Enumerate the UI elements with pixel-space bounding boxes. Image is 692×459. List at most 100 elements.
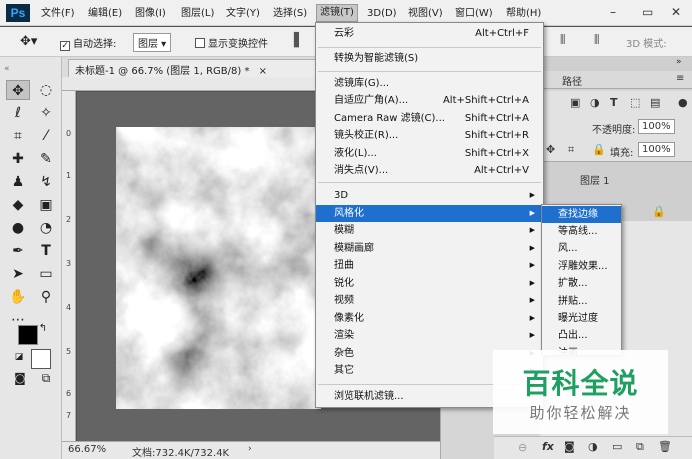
gradient-tool-icon[interactable]: ▣ — [34, 195, 58, 215]
history-brush-tool-icon[interactable]: ↯ — [34, 172, 58, 192]
filter-shape-icon[interactable]: ⬚ — [630, 96, 640, 109]
menu-select[interactable]: 选择(S) — [273, 6, 307, 22]
menu-edit[interactable]: 编辑(E) — [88, 6, 122, 22]
move-tool-icon[interactable]: ✥▾ — [20, 34, 37, 49]
toolbox-collapse-icon[interactable]: « — [4, 59, 58, 79]
new-layer-icon[interactable]: ⧉ — [636, 440, 644, 454]
filter-menu-item[interactable]: 镜头校正(R)... Shift+Ctrl+R — [316, 127, 543, 144]
move-tool-icon[interactable]: ✥ — [6, 80, 30, 100]
filter-menu-item[interactable]: 云彩 Alt+Ctrl+F — [316, 25, 543, 42]
delete-layer-icon[interactable]: 🗑 — [658, 440, 672, 453]
filter-menu-item[interactable]: Camera Raw 滤镜(C)... Shift+Ctrl+A — [316, 110, 543, 127]
close-tab-icon[interactable]: × — [259, 66, 267, 77]
foreground-color-swatch[interactable] — [18, 325, 38, 345]
lock-artboard-icon[interactable]: ⌗ — [568, 143, 574, 157]
hand-tool-icon[interactable]: ✋ — [6, 287, 30, 307]
quick-mask-icon[interactable]: ◙ — [8, 368, 32, 388]
background-color-swatch[interactable] — [31, 349, 51, 369]
swap-colors-icon[interactable]: ↰ — [36, 319, 50, 339]
zoom-tool-icon[interactable]: ⚲ — [34, 287, 58, 307]
menu-file[interactable]: 文件(F) — [41, 6, 75, 22]
filter-toggle-icon[interactable]: ● — [678, 96, 688, 109]
filter-menu-item[interactable]: 模糊 ▶ — [316, 222, 543, 239]
show-transform-checkbox[interactable]: 显示变换控件 — [195, 35, 268, 50]
menu-image[interactable]: 图像(I) — [135, 6, 166, 22]
minimize-icon[interactable]: – — [610, 5, 616, 19]
tab-paths[interactable]: 路径 — [562, 73, 582, 88]
menu-3d[interactable]: 3D(D) — [367, 6, 397, 22]
close-icon[interactable]: ✕ — [671, 5, 681, 19]
menu-help[interactable]: 帮助(H) — [506, 6, 541, 22]
document-tab[interactable]: 未标题-1 @ 66.7% (图层 1, RGB/8) * × — [68, 59, 318, 77]
menu-window[interactable]: 窗口(W) — [455, 6, 493, 22]
distribute-icon[interactable]: ⫴ — [560, 33, 565, 48]
maximize-icon[interactable]: ▭ — [642, 5, 653, 19]
shape-tool-icon[interactable]: ▭ — [34, 264, 58, 284]
filter-menu-item[interactable]: 锐化 ▶ — [316, 275, 543, 292]
default-colors-icon[interactable]: ◪ — [12, 347, 26, 367]
filter-menu-item[interactable]: 渲染 ▶ — [316, 327, 543, 344]
distribute-alt-icon[interactable]: ⫴ — [594, 33, 599, 48]
filter-image-icon[interactable]: ▣ — [570, 96, 580, 109]
submenu-item[interactable]: 拼贴... — [542, 293, 621, 310]
blur-tool-icon[interactable]: ● — [6, 218, 30, 238]
auto-select-dropdown[interactable]: 图层 ▾ — [133, 33, 172, 52]
filter-menu-item[interactable]: 扭曲 ▶ — [316, 257, 543, 274]
type-tool-icon[interactable]: T — [34, 241, 58, 261]
filter-menu-item-stylize[interactable]: 风格化 ▶ — [316, 205, 543, 222]
menu-filter[interactable]: 滤镜(T) — [316, 4, 358, 22]
align-icon[interactable]: ▌ — [294, 33, 304, 48]
checkbox-checked-icon[interactable]: ✓ — [60, 41, 70, 51]
new-group-icon[interactable]: ▭ — [612, 440, 622, 453]
link-layers-icon[interactable]: ⊖ — [518, 441, 527, 454]
filter-adjust-icon[interactable]: ◑ — [590, 96, 600, 109]
menu-type[interactable]: 文字(Y) — [226, 6, 260, 22]
brush-tool-icon[interactable]: ✎ — [34, 149, 58, 169]
magic-wand-tool-icon[interactable]: ✧ — [34, 103, 58, 123]
crop-tool-icon[interactable]: ⌗ — [6, 126, 30, 146]
menu-layer[interactable]: 图层(L) — [181, 6, 214, 22]
submenu-item[interactable]: 扩散... — [542, 275, 621, 292]
submenu-item[interactable]: 凸出... — [542, 327, 621, 344]
submenu-item[interactable]: 等高线... — [542, 223, 621, 240]
auto-select-checkbox[interactable]: ✓ 自动选择: — [60, 35, 116, 51]
stamp-tool-icon[interactable]: ♟ — [6, 172, 30, 192]
zoom-level[interactable]: 66.67% — [68, 444, 106, 455]
fill-input[interactable]: 100% — [638, 142, 675, 157]
filter-type-icon[interactable]: T — [610, 96, 618, 109]
pen-tool-icon[interactable]: ✒ — [6, 241, 30, 261]
adjustment-layer-icon[interactable]: ◑ — [588, 440, 598, 453]
menu-view[interactable]: 视图(V) — [408, 6, 443, 22]
lasso-tool-icon[interactable]: ℓ — [6, 103, 30, 123]
checkbox-empty-icon[interactable] — [195, 38, 205, 48]
healing-tool-icon[interactable]: ✚ — [6, 149, 30, 169]
document-canvas[interactable] — [116, 127, 321, 409]
filter-menu-item[interactable]: 模糊画廊 ▶ — [316, 240, 543, 257]
layer-style-icon[interactable]: fx — [542, 440, 554, 453]
lock-pixels-icon[interactable]: ✥ — [546, 143, 555, 156]
lock-all-icon[interactable]: 🔒 — [592, 143, 606, 156]
filter-menu-item[interactable]: 3D ▶ — [316, 187, 543, 204]
opacity-input[interactable]: 100% — [638, 119, 675, 134]
filter-menu-item[interactable]: 像素化 ▶ — [316, 310, 543, 327]
path-select-tool-icon[interactable]: ➤ — [6, 264, 30, 284]
filter-smart-icon[interactable]: ▤ — [650, 96, 660, 109]
filter-menu-item[interactable]: 视频 ▶ — [316, 292, 543, 309]
submenu-item[interactable]: 浮雕效果... — [542, 258, 621, 275]
layer-name[interactable]: 图层 1 — [580, 172, 610, 187]
filter-menu-item[interactable]: 自适应广角(A)... Alt+Shift+Ctrl+A — [316, 92, 543, 109]
filter-menu-item[interactable]: 滤镜库(G)... — [316, 75, 543, 92]
screen-mode-icon[interactable]: ⧉ — [34, 368, 58, 388]
submenu-item-find-edges[interactable]: 查找边缘 — [542, 206, 621, 223]
panel-menu-icon[interactable]: ≡ — [676, 73, 684, 84]
eraser-tool-icon[interactable]: ◆ — [6, 195, 30, 215]
eyedropper-tool-icon[interactable]: ⁄ — [34, 126, 58, 146]
submenu-item[interactable]: 曝光过度 — [542, 310, 621, 327]
add-mask-icon[interactable]: ◙ — [564, 440, 575, 453]
filter-menu-item[interactable]: 液化(L)... Shift+Ctrl+X — [316, 145, 543, 162]
panel-collapse-icon[interactable]: » — [676, 57, 682, 67]
submenu-item[interactable]: 风... — [542, 240, 621, 257]
dodge-tool-icon[interactable]: ◔ — [34, 218, 58, 238]
filter-menu-item[interactable]: 转换为智能滤镜(S) — [316, 50, 543, 67]
marquee-tool-icon[interactable]: ◌ — [34, 80, 58, 100]
